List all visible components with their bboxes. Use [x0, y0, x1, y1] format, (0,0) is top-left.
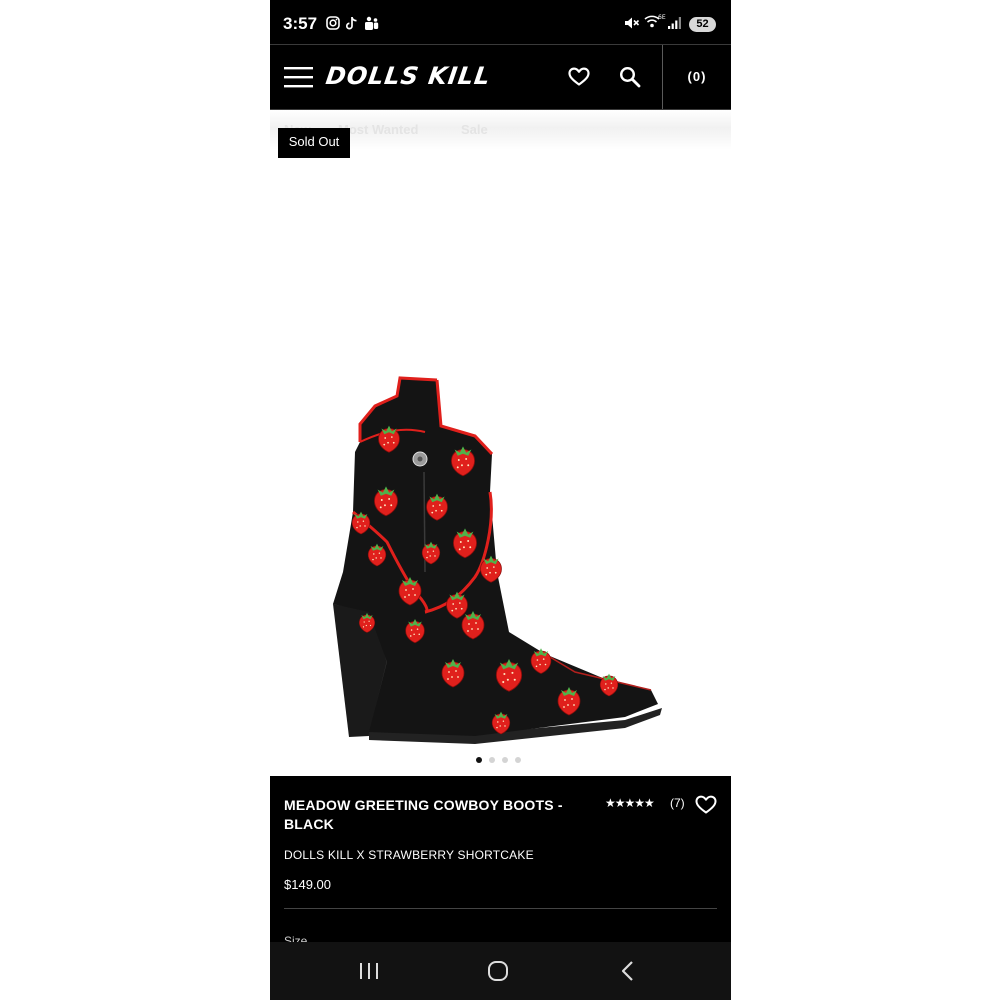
product-title: MEADOW GREETING COWBOY BOOTS - BLACK [284, 797, 563, 832]
carousel-dot-4[interactable] [515, 757, 521, 763]
carousel-dots [476, 757, 526, 765]
nav-link-most-wanted[interactable]: Most Wanted [338, 122, 418, 137]
rating-stars[interactable]: ★★★★★ [605, 796, 655, 810]
status-time: 3:57 [283, 14, 318, 33]
hamburger-menu-icon[interactable] [284, 66, 314, 93]
teams-icon [364, 16, 379, 36]
tiktok-icon [345, 16, 358, 35]
nav-link-sale[interactable]: Sale [461, 122, 488, 137]
review-count[interactable]: (7) [670, 796, 685, 810]
home-button-icon[interactable] [487, 961, 509, 986]
phone-screen: 3:57 6E 52 DOLLS KILL (0) Most Wanted Sa… [270, 0, 731, 1000]
instagram-icon [326, 16, 340, 35]
status-bar: 3:57 6E 52 [270, 0, 731, 48]
android-nav-bar [270, 942, 731, 1000]
site-header: DOLLS KILL (0) [270, 44, 731, 110]
product-image[interactable] [325, 372, 670, 757]
recents-button-icon[interactable] [358, 961, 380, 986]
wishlist-heart-icon[interactable] [568, 67, 590, 92]
brand-collab-line[interactable]: DOLLS KILL X STRAWBERRY SHORTCAKE [284, 848, 534, 862]
search-icon[interactable] [619, 66, 641, 93]
dolls-kill-logo[interactable]: DOLLS KILL [324, 62, 493, 90]
product-price: $149.00 [284, 877, 331, 892]
mute-icon [624, 16, 640, 35]
battery-indicator: 52 [689, 17, 716, 32]
carousel-dot-3[interactable] [502, 757, 508, 763]
svg-text:6E: 6E [658, 14, 666, 21]
signal-icon [667, 16, 683, 35]
wifi-icon: 6E [644, 14, 666, 35]
carousel-dot-2[interactable] [489, 757, 495, 763]
carousel-dot-1[interactable] [476, 757, 482, 763]
add-to-wishlist-heart-icon[interactable] [695, 795, 717, 820]
back-button-icon[interactable] [620, 960, 636, 987]
sold-out-badge: Sold Out [278, 128, 350, 158]
cart-button[interactable]: (0) [663, 45, 731, 109]
info-divider [284, 908, 717, 909]
